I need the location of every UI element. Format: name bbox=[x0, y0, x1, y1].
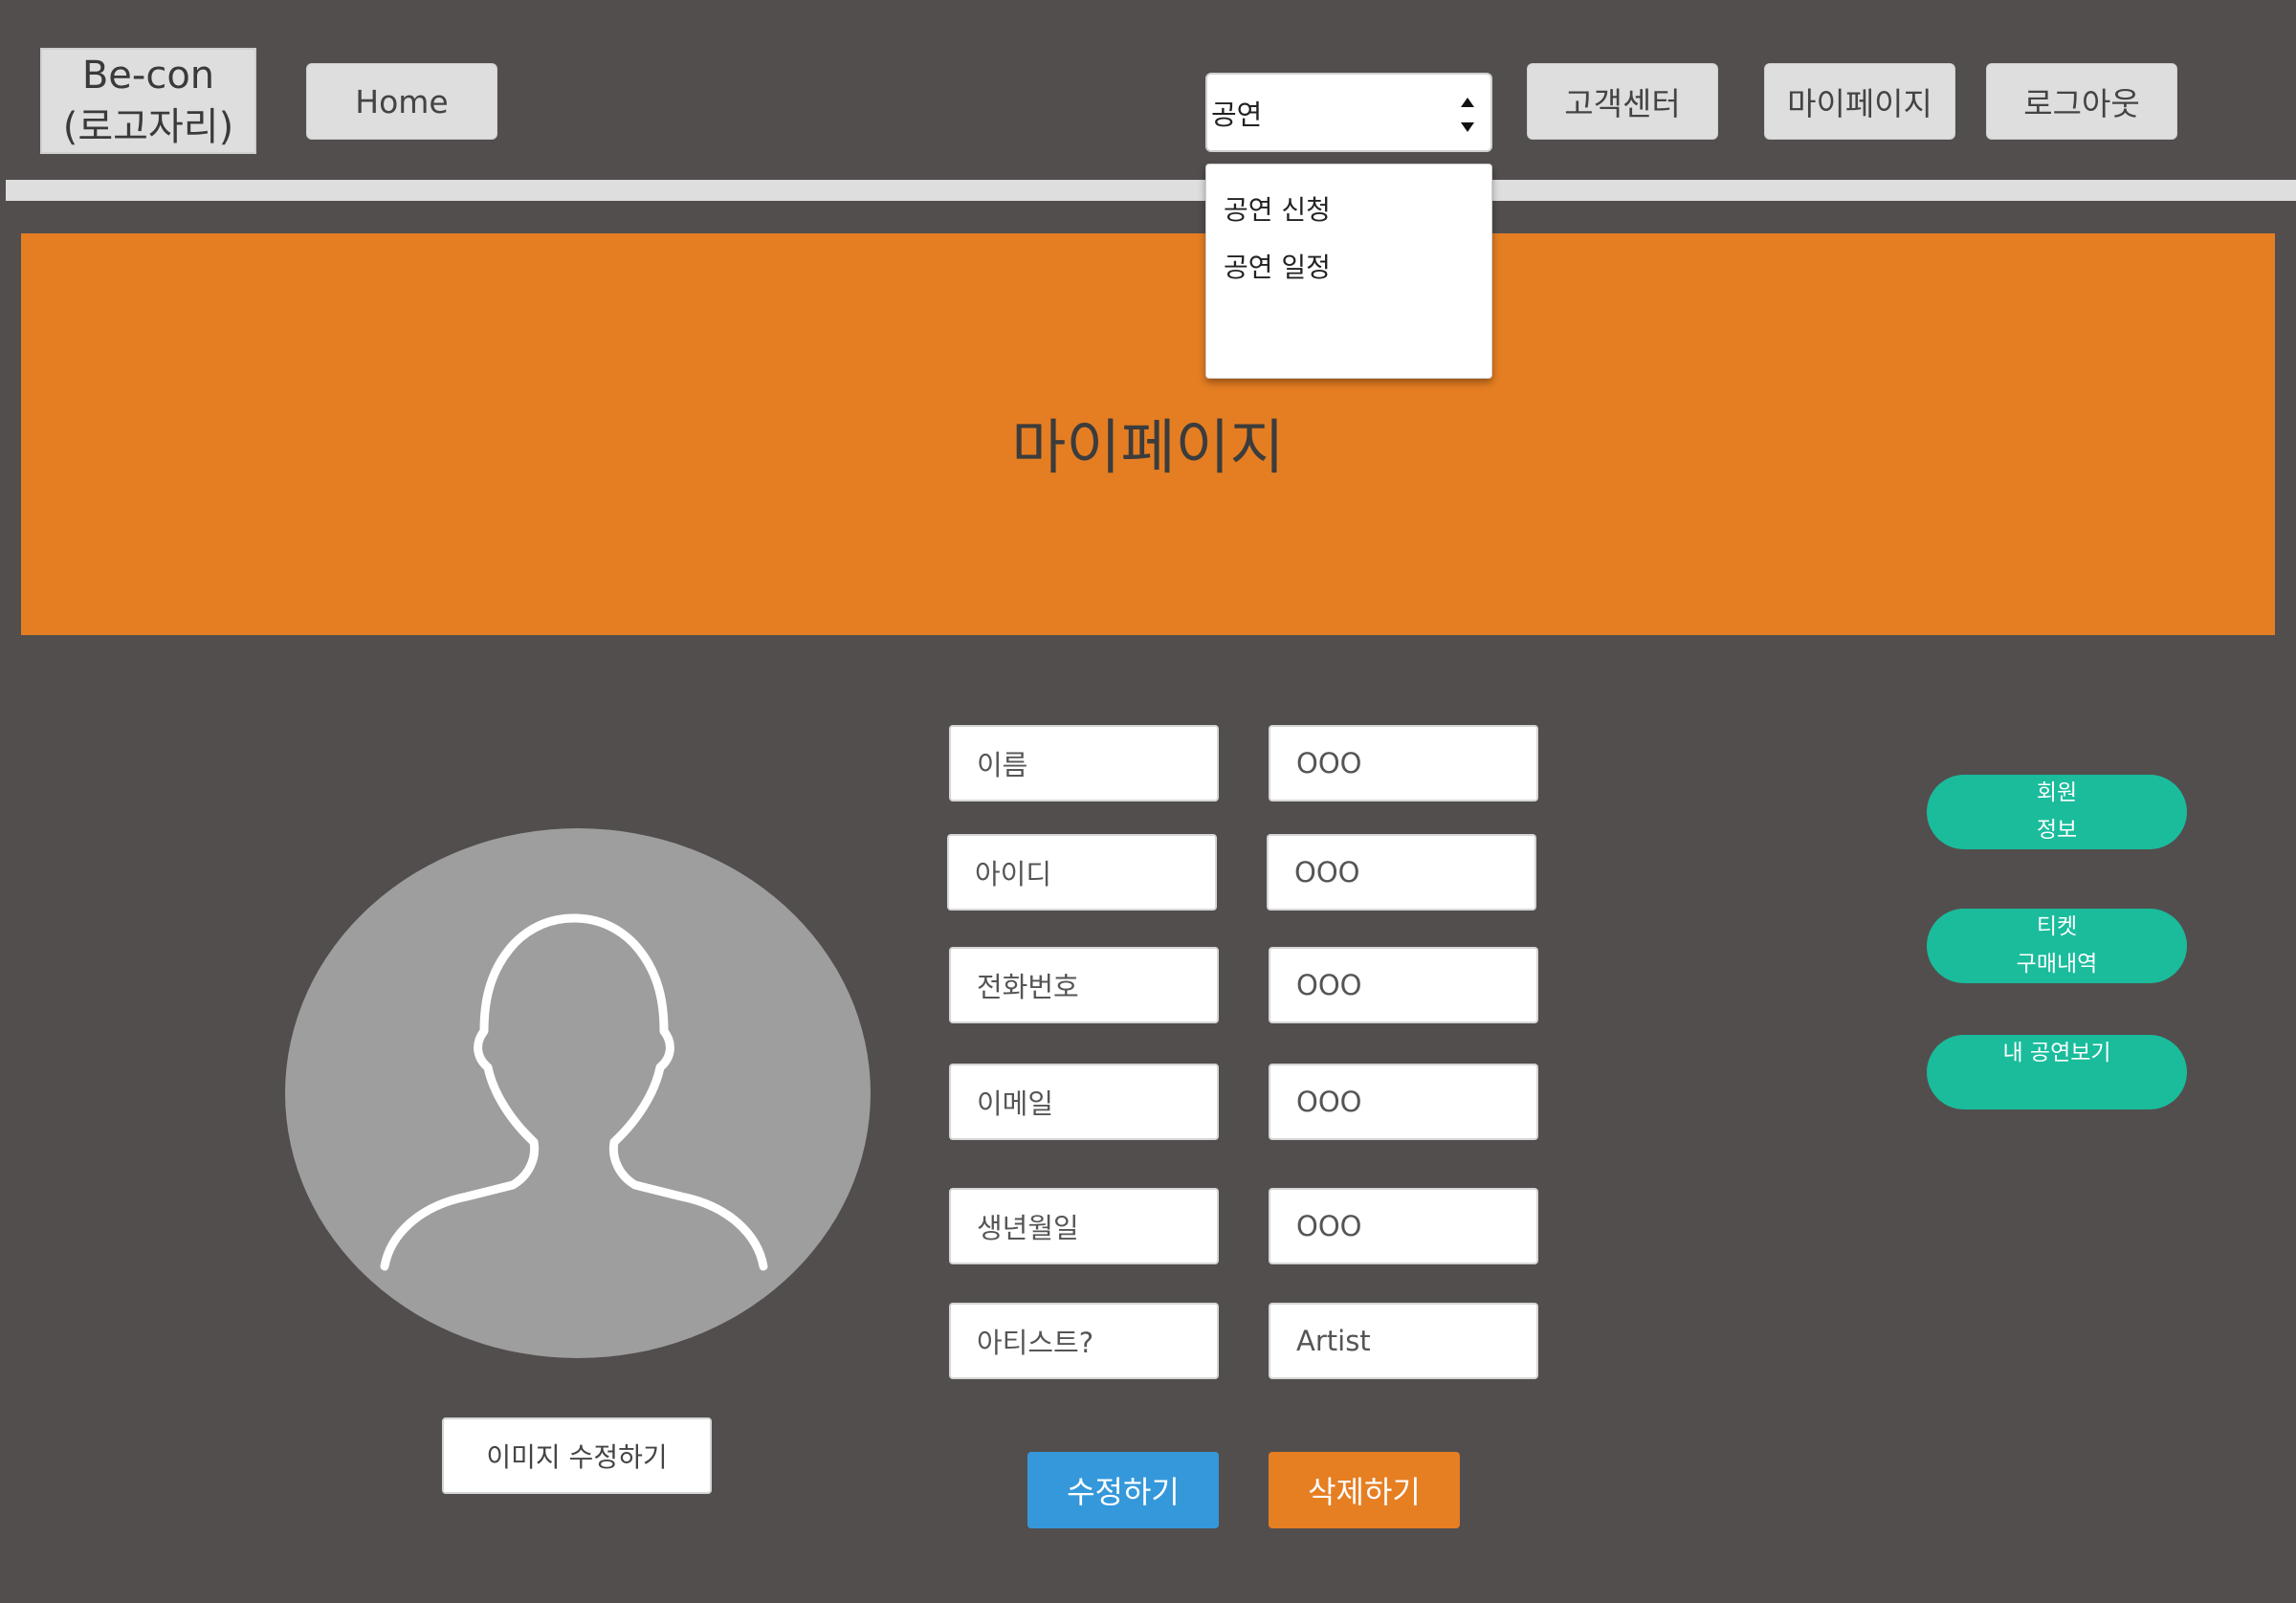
select-value: 공연 bbox=[1211, 98, 1263, 131]
logout-button[interactable]: 로그아웃 bbox=[1986, 63, 2177, 140]
id-field[interactable]: OOO bbox=[1267, 834, 1536, 911]
my-shows-label: 내 공연보기 bbox=[2002, 1041, 2111, 1065]
select-arrows-icon bbox=[1461, 98, 1474, 132]
name-field[interactable]: OOO bbox=[1269, 725, 1538, 802]
page-title: 마이페이지 bbox=[1011, 412, 1285, 482]
delete-button[interactable]: 삭제하기 bbox=[1269, 1452, 1460, 1528]
artist-label: 아티스트? bbox=[949, 1303, 1219, 1379]
dropdown-item-apply[interactable]: 공연 신청 bbox=[1206, 182, 1491, 239]
my-shows-button[interactable]: 내 공연보기 bbox=[1927, 1035, 2187, 1109]
email-field[interactable]: OOO bbox=[1269, 1064, 1538, 1140]
dropdown-item-schedule[interactable]: 공연 일정 bbox=[1206, 239, 1491, 296]
performance-dropdown-menu: 공연 신청 공연 일정 bbox=[1205, 164, 1492, 379]
header-divider bbox=[6, 180, 2296, 201]
member-info-line1: 회원 bbox=[2036, 780, 2078, 805]
ticket-history-line1: 티켓 bbox=[2036, 914, 2078, 939]
edit-button[interactable]: 수정하기 bbox=[1027, 1452, 1219, 1528]
birthdate-field[interactable]: OOO bbox=[1269, 1188, 1538, 1264]
email-label: 이메일 bbox=[949, 1064, 1219, 1140]
logo-line2: (로고자리) bbox=[62, 104, 234, 149]
logo[interactable]: Be-con (로고자리) bbox=[40, 48, 256, 154]
user-silhouette-icon bbox=[380, 913, 768, 1271]
logo-line1: Be-con bbox=[81, 53, 215, 98]
profile-avatar bbox=[285, 828, 871, 1358]
mypage-button[interactable]: 마이페이지 bbox=[1764, 63, 1955, 140]
page-banner: 마이페이지 bbox=[21, 233, 2275, 635]
member-info-button[interactable]: 회원 정보 bbox=[1927, 775, 2187, 849]
ticket-history-button[interactable]: 티켓 구매내역 bbox=[1927, 909, 2187, 983]
ticket-history-line2: 구매내역 bbox=[2016, 952, 2098, 977]
phone-field[interactable]: OOO bbox=[1269, 947, 1538, 1023]
home-button[interactable]: Home bbox=[306, 63, 497, 140]
edit-image-button[interactable]: 이미지 수정하기 bbox=[442, 1417, 712, 1494]
id-label: 아이디 bbox=[947, 834, 1217, 911]
birthdate-label: 생년월일 bbox=[949, 1188, 1219, 1264]
artist-field[interactable]: Artist bbox=[1269, 1303, 1538, 1379]
customer-center-button[interactable]: 고객센터 bbox=[1527, 63, 1718, 140]
performance-select[interactable]: 공연 bbox=[1205, 73, 1492, 152]
member-info-line2: 정보 bbox=[2036, 818, 2078, 843]
phone-label: 전화번호 bbox=[949, 947, 1219, 1023]
name-label: 이름 bbox=[949, 725, 1219, 802]
